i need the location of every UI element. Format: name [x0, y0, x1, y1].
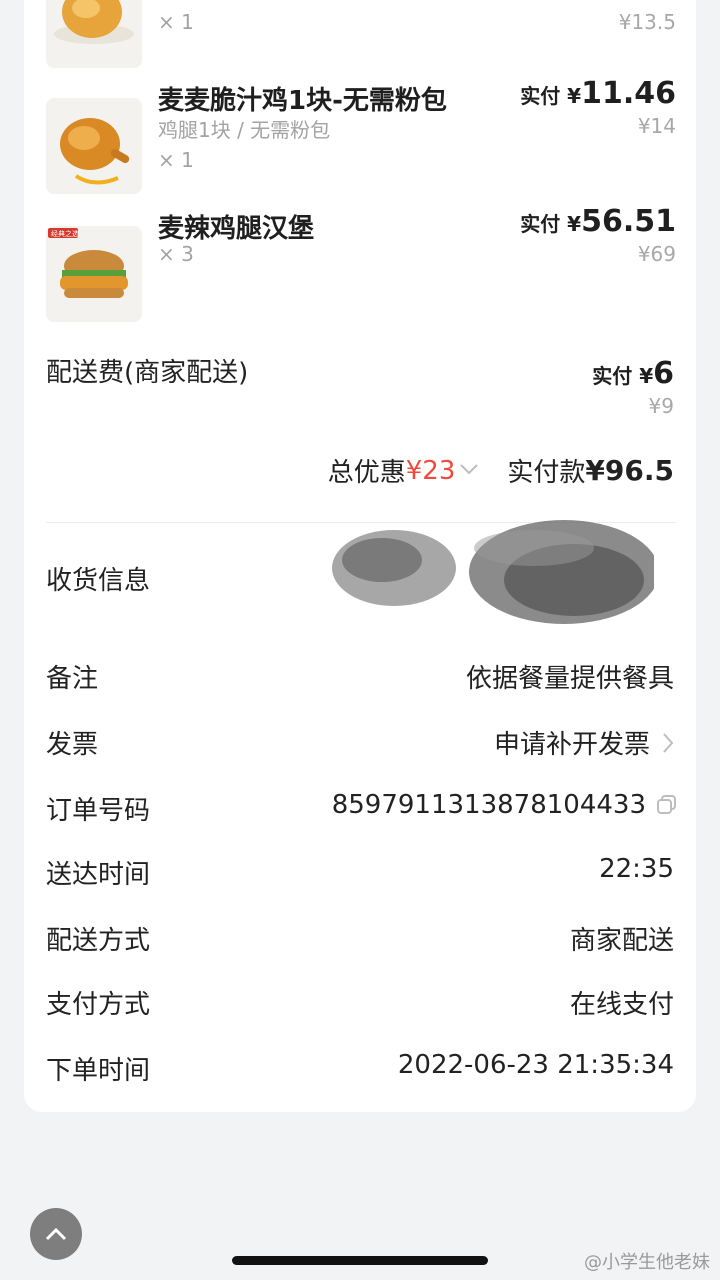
remark-label: 备注	[46, 664, 99, 694]
remark-value: 依据餐量提供餐具	[465, 664, 674, 694]
paid-label: 实付 ¥	[592, 364, 654, 388]
order-item[interactable]: × 1 ¥13.5	[46, 0, 676, 70]
item-original-price: ¥14	[637, 114, 676, 138]
item-original-price: ¥69	[637, 242, 676, 266]
invoice-request-link[interactable]: 申请补开发票	[494, 724, 674, 761]
delivery-fee-label: 配送费(商家配送)	[46, 358, 249, 388]
weibo-watermark: @小学生他老妹	[584, 1252, 710, 1273]
redacted-scribble	[324, 520, 659, 630]
chevron-right-icon	[662, 732, 674, 754]
total-label: 实付款	[507, 458, 586, 488]
order-item[interactable]: 经典之选 麦辣鸡腿汉堡 × 3 实付 ¥56.51 ¥69	[46, 204, 676, 324]
order-number-row: 8597911313878104433	[332, 790, 678, 820]
paid-label: 实付 ¥	[520, 212, 582, 236]
fried-chicken-thumbnail	[46, 0, 142, 68]
order-time-value: 2022-06-23 21:35:34	[397, 1050, 674, 1080]
order-detail-card: × 1 ¥13.5 麦麦脆汁鸡1块-无需粉包 鸡腿1块 / 无需粉包 × 1 实…	[24, 0, 696, 1112]
order-number-label: 订单号码	[46, 796, 151, 826]
delivery-fee-original: ¥9	[648, 394, 674, 418]
item-name: 麦麦脆汁鸡1块-无需粉包	[158, 86, 447, 116]
burger-badge: 经典之选	[51, 229, 79, 238]
invoice-value: 申请补开发票	[493, 730, 650, 760]
paid-label: 实付 ¥	[520, 84, 582, 108]
total-value: ¥96.5	[585, 454, 674, 487]
item-quantity: × 3	[158, 242, 194, 266]
paid-amount: 6	[653, 356, 674, 391]
paid-amount: 11.46	[581, 76, 676, 111]
item-quantity: × 1	[158, 148, 194, 172]
discount-value: ¥23	[405, 455, 456, 486]
home-indicator	[232, 1256, 488, 1265]
delivered-time-label: 送达时间	[46, 860, 151, 890]
delivery-method-value: 商家配送	[569, 926, 674, 956]
scroll-to-top-button[interactable]	[30, 1208, 82, 1260]
item-paid-price: 实付 ¥11.46	[520, 76, 676, 111]
payment-method-value: 在线支付	[569, 990, 674, 1020]
chicken-burger-thumbnail: 经典之选	[46, 226, 142, 322]
delivery-fee-paid: 实付 ¥6	[592, 356, 674, 391]
order-time-label: 下单时间	[46, 1056, 151, 1086]
item-spec: 鸡腿1块 / 无需粉包	[158, 118, 331, 142]
item-name: 麦辣鸡腿汉堡	[158, 214, 315, 244]
shipping-info-label: 收货信息	[46, 566, 151, 596]
order-item[interactable]: 麦麦脆汁鸡1块-无需粉包 鸡腿1块 / 无需粉包 × 1 实付 ¥11.46 ¥…	[46, 76, 676, 196]
copy-icon[interactable]	[656, 794, 678, 816]
discount-label: 总优惠	[327, 458, 406, 488]
item-paid-price: 实付 ¥56.51	[520, 204, 676, 239]
chevron-down-icon	[459, 461, 479, 480]
paid-amount: 56.51	[581, 204, 676, 239]
invoice-label: 发票	[46, 730, 99, 760]
payment-method-label: 支付方式	[46, 990, 151, 1020]
delivery-method-label: 配送方式	[46, 926, 151, 956]
fried-chicken-drumstick-thumbnail	[46, 98, 142, 194]
discount-toggle[interactable]: 总优惠 ¥23	[328, 452, 508, 489]
chevron-up-icon	[45, 1227, 67, 1241]
item-original-price: ¥13.5	[618, 10, 676, 34]
order-summary: 总优惠 ¥23 实付款 ¥96.5	[328, 452, 674, 489]
item-quantity: × 1	[158, 10, 194, 34]
delivered-time-value: 22:35	[599, 854, 674, 884]
order-number-value: 8597911313878104433	[331, 790, 646, 820]
